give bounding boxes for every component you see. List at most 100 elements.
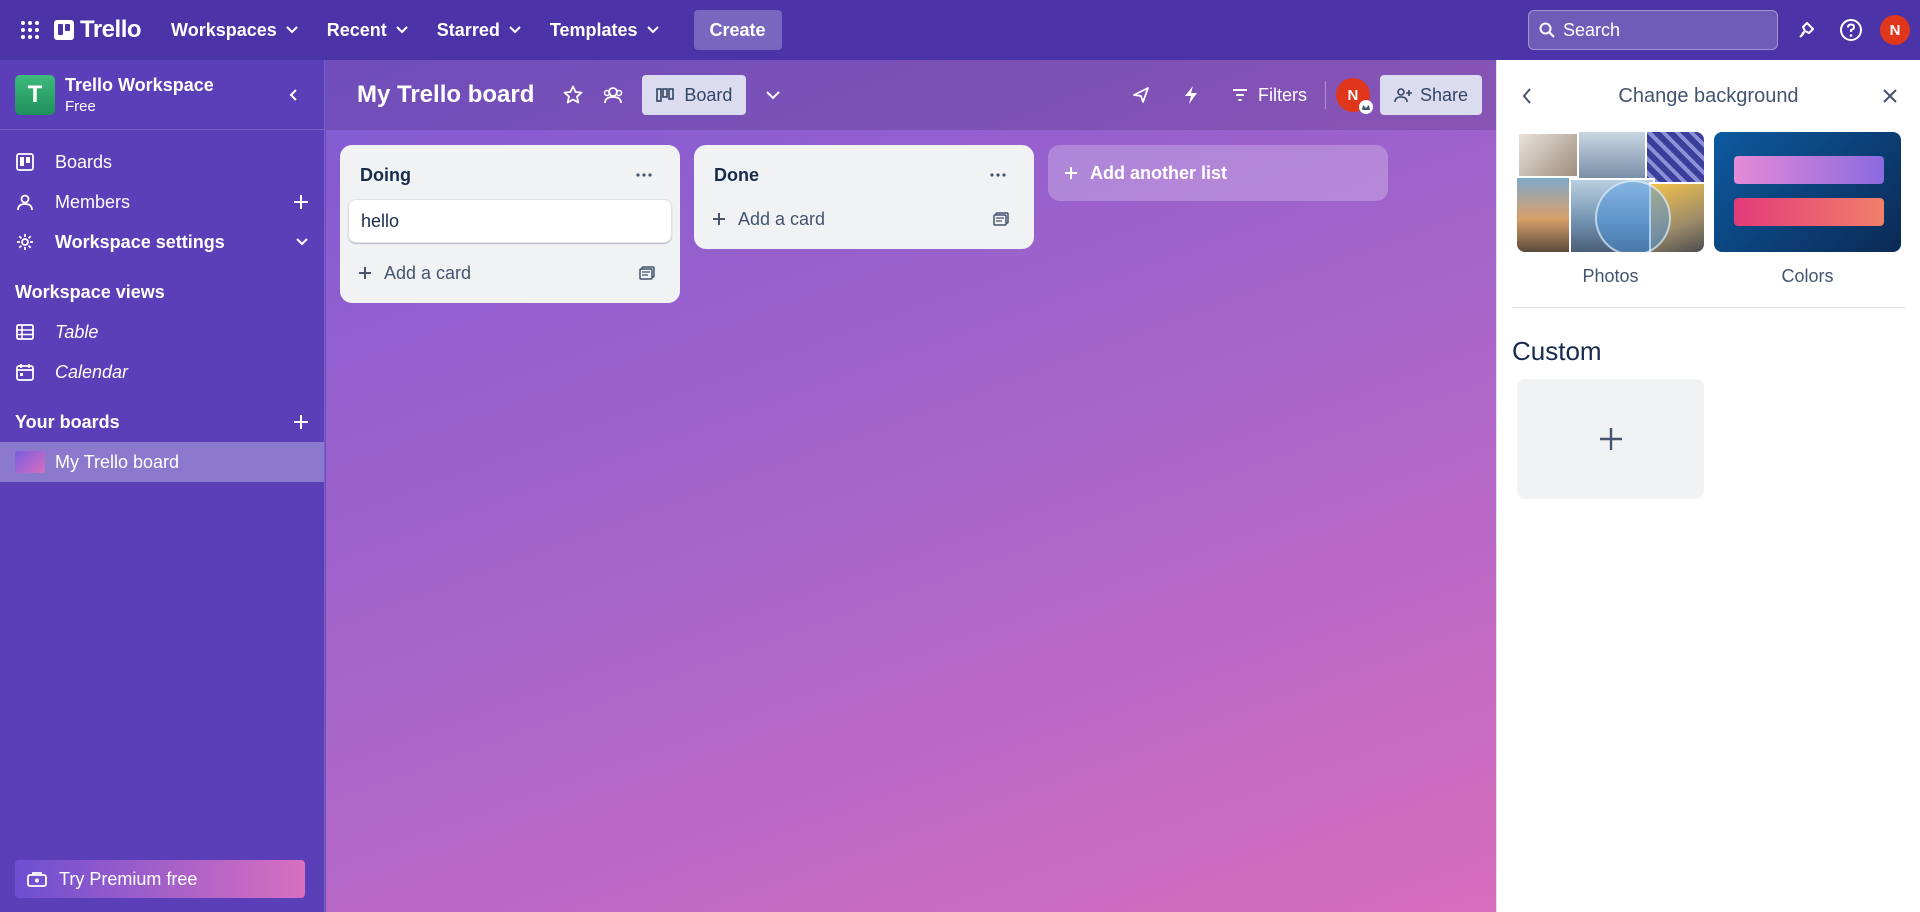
color-swatch — [1734, 156, 1884, 184]
filters-button[interactable]: Filters — [1224, 77, 1315, 113]
more-horizontal-icon[interactable] — [628, 159, 660, 191]
workspace-name[interactable]: Trello Workspace — [65, 75, 214, 96]
plus-icon — [1599, 428, 1622, 450]
notifications-bell-icon[interactable] — [1792, 15, 1822, 45]
card[interactable]: hello — [348, 199, 672, 243]
focus-ring — [1595, 180, 1671, 252]
colors-label: Colors — [1781, 266, 1834, 286]
plus-icon — [1064, 166, 1078, 180]
filters-label: Filters — [1257, 84, 1307, 105]
collapse-sidebar-icon[interactable] — [277, 79, 309, 111]
workspaces-menu[interactable]: Workspaces — [159, 12, 311, 48]
gear-icon — [15, 233, 35, 251]
sidebar-board-label: My Trello board — [55, 451, 180, 472]
sidebar-item-label: Workspace settings — [55, 231, 225, 252]
board-view-icon — [656, 87, 675, 103]
add-card-button[interactable]: Add a card — [712, 209, 825, 230]
card-template-icon[interactable] — [632, 258, 662, 288]
sidebar-item-workspace-settings[interactable]: Workspace settings — [0, 222, 324, 262]
trello-board-icon — [15, 153, 35, 171]
photo-tile — [1517, 132, 1581, 180]
filter-icon — [1232, 88, 1248, 102]
more-horizontal-icon[interactable] — [982, 159, 1014, 191]
list-title[interactable]: Done — [714, 165, 759, 186]
close-icon[interactable] — [1874, 80, 1906, 112]
share-button[interactable]: Share — [1379, 75, 1482, 115]
sidebar-item-label: Boards — [55, 151, 113, 172]
create-button[interactable]: Create — [693, 10, 782, 50]
help-icon[interactable] — [1836, 15, 1866, 45]
sidebar-item-table[interactable]: Table — [0, 312, 324, 352]
board-title[interactable]: My Trello board — [357, 81, 534, 109]
try-premium-label: Try Premium free — [59, 868, 198, 889]
workspace-logo: T — [15, 74, 55, 115]
list-doing[interactable]: Doing hello Add a card — [340, 145, 680, 303]
workspace-header: T Trello Workspace Free — [0, 60, 324, 130]
board-view-button[interactable]: Board — [642, 75, 747, 115]
back-arrow-icon[interactable] — [1511, 80, 1543, 112]
panel-divider — [1512, 307, 1905, 308]
user-avatar[interactable]: N — [1880, 15, 1910, 45]
board-header: My Trello board Board Filters N Share — [326, 60, 1496, 130]
view-switcher-chevron-icon[interactable] — [756, 78, 790, 112]
colors-thumbnail — [1714, 132, 1901, 252]
chevron-down-icon — [509, 26, 521, 34]
app-switcher-icon[interactable] — [18, 18, 42, 42]
calendar-icon — [15, 363, 35, 381]
automation-lightning-icon[interactable] — [1174, 78, 1208, 112]
add-member-plus-icon[interactable] — [293, 194, 309, 210]
panel-header: Change background — [1497, 60, 1920, 132]
search-icon — [1539, 22, 1555, 38]
colors-option[interactable]: Colors — [1714, 132, 1901, 287]
photo-tile — [1577, 132, 1649, 180]
templates-menu[interactable]: Templates — [538, 12, 672, 48]
search-box[interactable] — [1528, 10, 1778, 50]
add-another-list-label: Add another list — [1090, 162, 1228, 183]
photos-thumbnail — [1517, 132, 1704, 252]
add-custom-background-button[interactable] — [1517, 379, 1704, 499]
add-card-button[interactable]: Add a card — [358, 263, 471, 284]
board-thumbnail — [15, 451, 45, 473]
custom-heading: Custom — [1512, 336, 1602, 366]
workspace-views-heading: Workspace views — [15, 281, 165, 302]
sidebar-board-item[interactable]: My Trello board — [0, 442, 324, 482]
card-template-icon[interactable] — [986, 204, 1016, 234]
add-person-icon — [1394, 87, 1412, 103]
create-board-plus-icon[interactable] — [293, 414, 309, 430]
your-boards-label: Your boards — [15, 411, 120, 432]
list-title[interactable]: Doing — [360, 165, 411, 186]
trello-logo[interactable]: Trello — [54, 16, 142, 44]
power-ups-rocket-icon[interactable] — [1124, 78, 1158, 112]
chevron-down-icon[interactable] — [295, 237, 309, 247]
search-input[interactable] — [1563, 19, 1763, 41]
add-another-list-button[interactable]: Add another list — [1048, 145, 1388, 201]
starred-menu-label: Starred — [436, 19, 500, 40]
sidebar-item-members[interactable]: Members — [0, 182, 324, 222]
your-boards-heading: Your boards — [0, 402, 324, 442]
sidebar-item-calendar[interactable]: Calendar — [0, 352, 324, 392]
recent-menu-label: Recent — [326, 19, 387, 40]
header-divider — [1324, 81, 1326, 109]
color-swatch — [1734, 198, 1884, 226]
premium-icon — [27, 871, 47, 887]
workspace-visibility-icon[interactable] — [596, 78, 630, 112]
workspace-plan: Free — [65, 97, 96, 115]
add-card-label: Add a card — [384, 262, 472, 283]
workspace-sidebar: T Trello Workspace Free Boards Members W… — [0, 60, 325, 912]
chevron-down-icon — [286, 26, 298, 34]
starred-menu[interactable]: Starred — [425, 12, 534, 48]
trello-logo-text: Trello — [80, 16, 142, 43]
star-icon[interactable] — [556, 78, 590, 112]
workspaces-menu-label: Workspaces — [171, 19, 277, 40]
board-member-avatar[interactable]: N — [1335, 78, 1373, 114]
recent-menu[interactable]: Recent — [315, 12, 421, 48]
photo-tile — [1517, 176, 1577, 252]
photos-label: Photos — [1582, 266, 1639, 286]
list-done[interactable]: Done Add a card — [694, 145, 1034, 249]
sidebar-item-label: Calendar — [55, 361, 129, 382]
photos-option[interactable]: Photos — [1517, 132, 1704, 287]
person-icon — [15, 193, 35, 211]
sidebar-item-boards[interactable]: Boards — [0, 142, 324, 182]
try-premium-button[interactable]: Try Premium free — [15, 860, 305, 898]
add-card-label: Add a card — [738, 208, 826, 229]
